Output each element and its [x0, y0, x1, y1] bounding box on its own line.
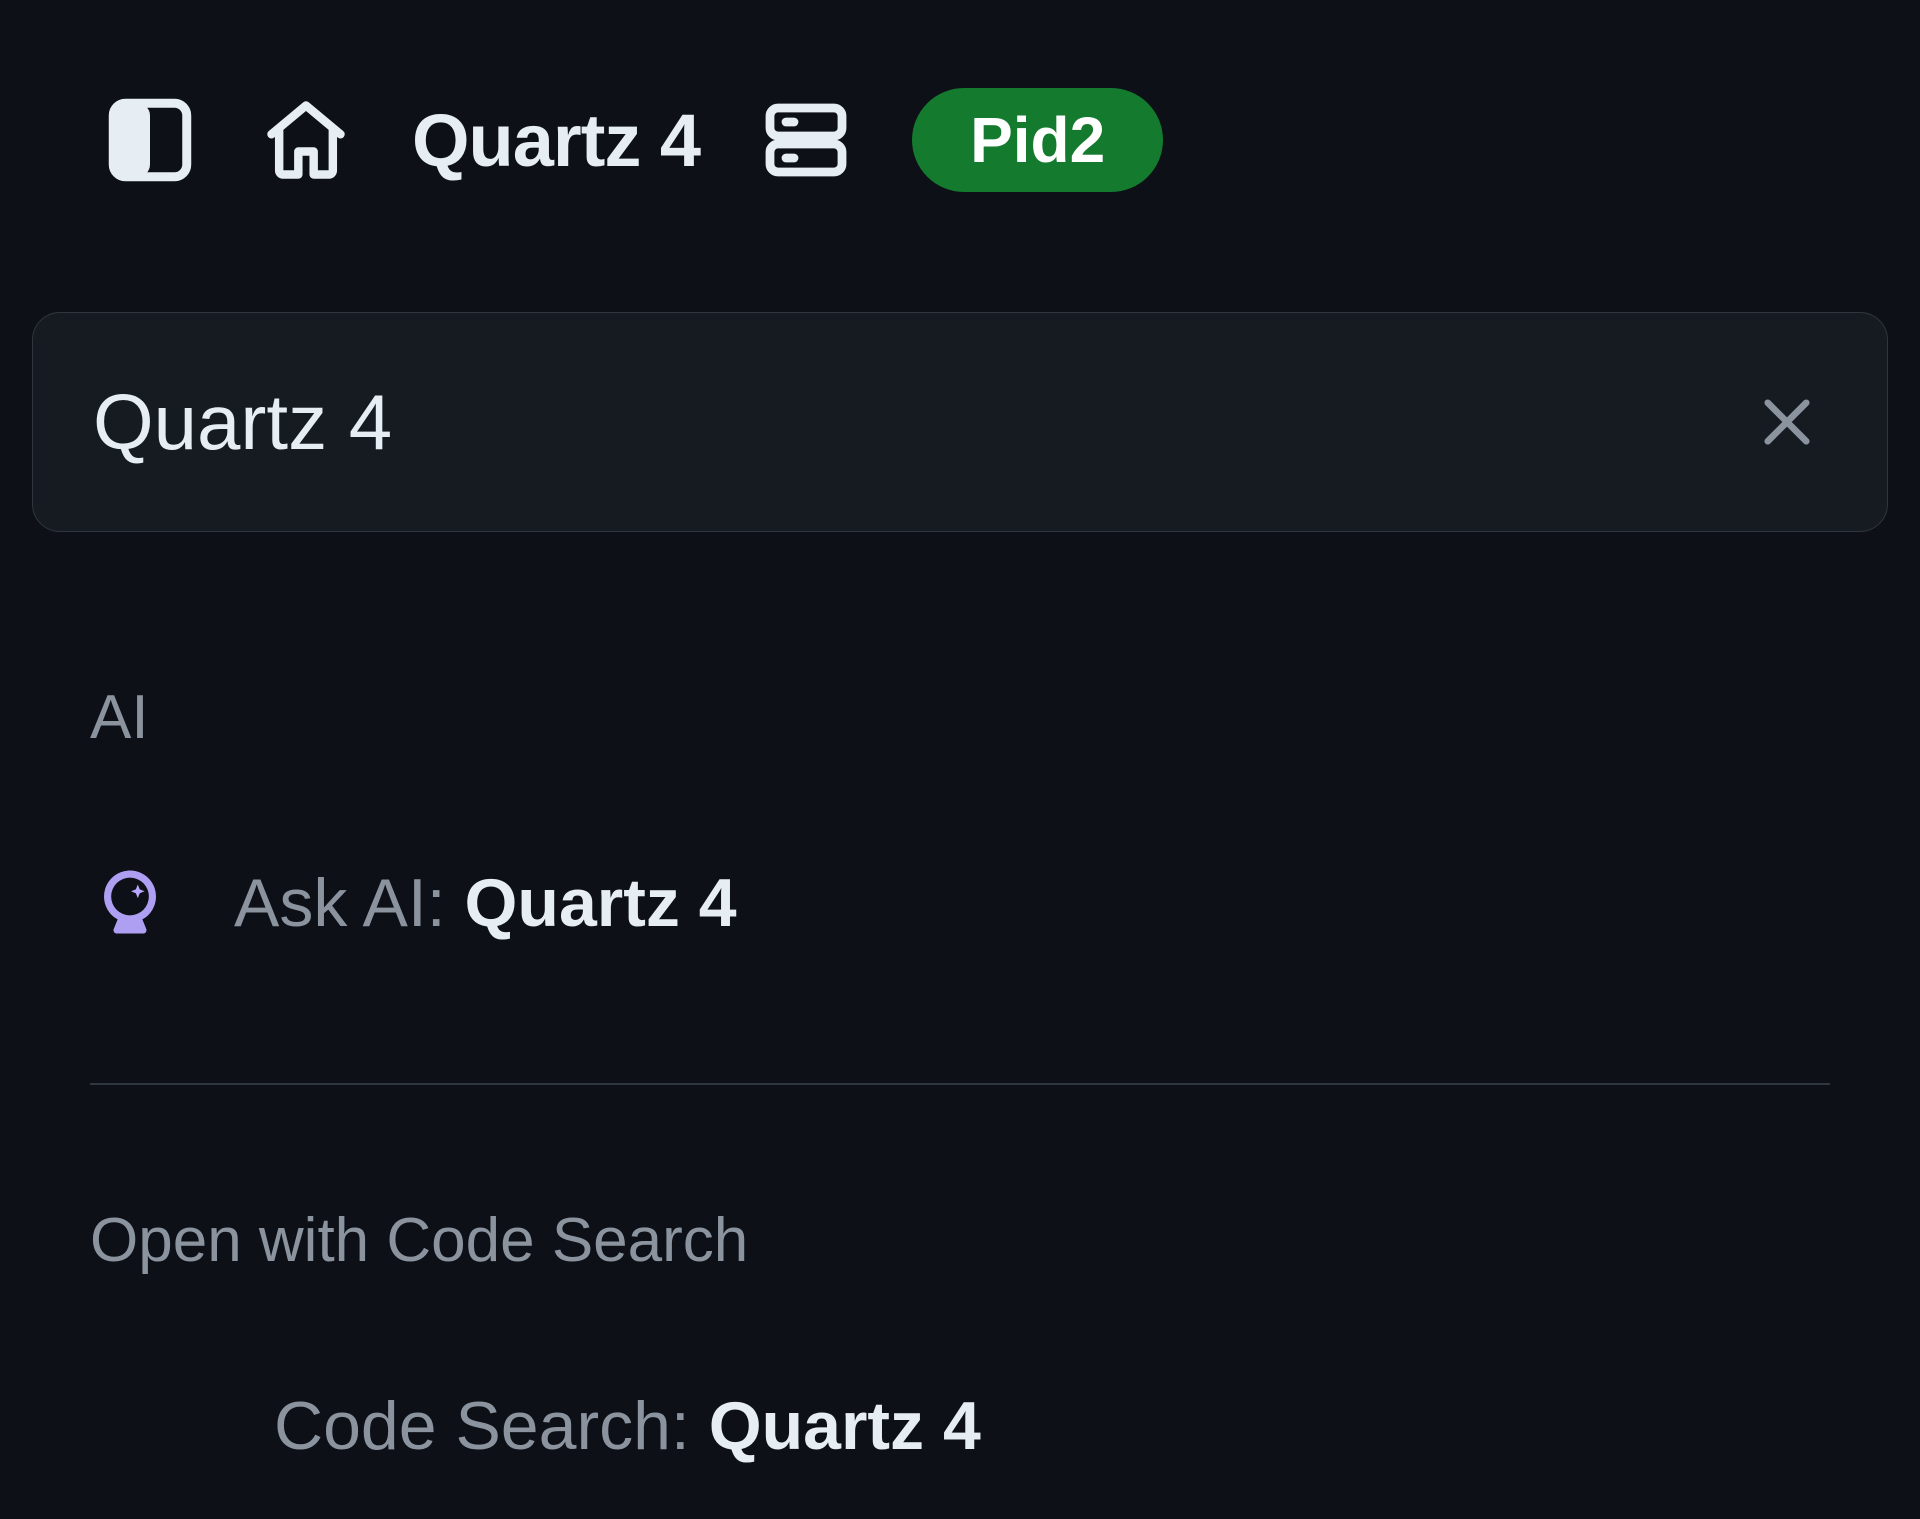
section-heading-ai: AI	[90, 682, 1830, 753]
search-icon	[90, 1386, 210, 1466]
ask-ai-label: Ask AI:	[234, 865, 465, 941]
section-code-search: Open with Code Search Code Search: Quart…	[0, 1205, 1920, 1466]
toolbar: Quartz 4 Pid2	[0, 0, 1920, 192]
search-bar[interactable]	[32, 312, 1888, 532]
section-ai: AI Ask AI: Quartz 4	[0, 682, 1920, 943]
section-heading-code-search: Open with Code Search	[90, 1205, 1830, 1276]
panel-toggle-icon[interactable]	[100, 90, 200, 190]
code-search-text: Code Search: Quartz 4	[274, 1387, 981, 1465]
server-icon[interactable]	[756, 90, 856, 190]
ask-ai-row[interactable]: Ask AI: Quartz 4	[90, 863, 1830, 943]
ask-ai-query: Quartz 4	[465, 865, 737, 941]
home-icon[interactable]	[256, 90, 356, 190]
search-container	[32, 312, 1888, 532]
code-search-row[interactable]: Code Search: Quartz 4	[90, 1386, 1830, 1466]
pid-badge[interactable]: Pid2	[912, 88, 1163, 192]
code-search-query: Quartz 4	[709, 1388, 981, 1464]
clear-icon[interactable]	[1747, 382, 1827, 462]
divider	[90, 1083, 1830, 1085]
context-title[interactable]: Quartz 4	[412, 98, 700, 183]
code-search-label: Code Search:	[274, 1388, 709, 1464]
crystal-ball-icon	[90, 863, 170, 943]
search-input[interactable]	[93, 377, 1747, 468]
ask-ai-text: Ask AI: Quartz 4	[234, 864, 737, 942]
